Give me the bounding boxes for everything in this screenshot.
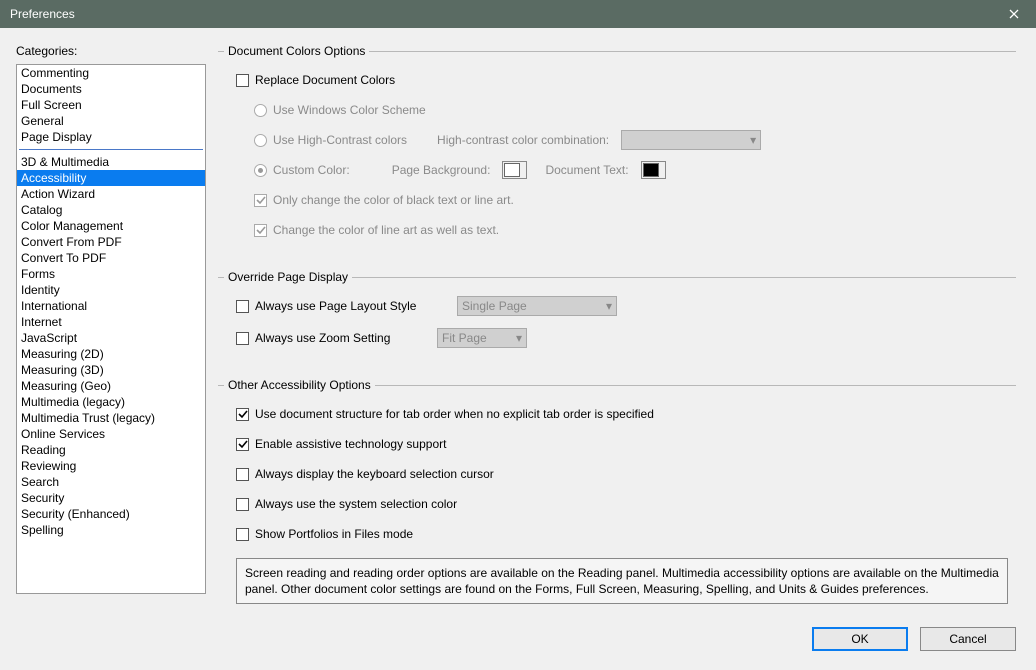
win-scheme-label: Use Windows Color Scheme bbox=[273, 103, 426, 117]
category-item[interactable]: Reading bbox=[17, 442, 205, 458]
category-item[interactable]: Color Management bbox=[17, 218, 205, 234]
override-legend: Override Page Display bbox=[224, 270, 352, 284]
other-legend: Other Accessibility Options bbox=[224, 378, 375, 392]
chevron-down-icon: ▾ bbox=[750, 133, 756, 147]
lineart-checkbox[interactable] bbox=[254, 224, 267, 237]
category-item[interactable]: International bbox=[17, 298, 205, 314]
category-item[interactable]: Multimedia (legacy) bbox=[17, 394, 205, 410]
system-color-checkbox[interactable] bbox=[236, 498, 249, 511]
category-item[interactable]: Measuring (Geo) bbox=[17, 378, 205, 394]
assistive-label: Enable assistive technology support bbox=[255, 437, 446, 451]
category-item[interactable]: Internet bbox=[17, 314, 205, 330]
portfolios-label: Show Portfolios in Files mode bbox=[255, 527, 413, 541]
doc-colors-group: Document Colors Options Replace Document… bbox=[218, 44, 1016, 252]
keyboard-cursor-checkbox[interactable] bbox=[236, 468, 249, 481]
category-item[interactable]: JavaScript bbox=[17, 330, 205, 346]
category-item[interactable]: Measuring (3D) bbox=[17, 362, 205, 378]
close-button[interactable] bbox=[992, 0, 1036, 28]
custom-color-radio[interactable] bbox=[254, 164, 267, 177]
close-icon bbox=[1009, 9, 1019, 19]
dialog-footer: OK Cancel bbox=[0, 616, 1036, 662]
category-item[interactable]: Convert From PDF bbox=[17, 234, 205, 250]
category-item[interactable]: Page Display bbox=[17, 129, 205, 145]
category-item[interactable]: Convert To PDF bbox=[17, 250, 205, 266]
page-bg-label: Page Background: bbox=[392, 163, 491, 177]
lineart-label: Change the color of line art as well as … bbox=[273, 223, 499, 237]
high-contrast-combo-label: High-contrast color combination: bbox=[437, 133, 609, 147]
chevron-down-icon: ▾ bbox=[606, 299, 612, 313]
doc-text-label: Document Text: bbox=[545, 163, 628, 177]
tab-order-checkbox[interactable] bbox=[236, 408, 249, 421]
win-scheme-radio[interactable] bbox=[254, 104, 267, 117]
titlebar: Preferences bbox=[0, 0, 1036, 28]
override-group: Override Page Display Always use Page La… bbox=[218, 270, 1016, 360]
doc-colors-legend: Document Colors Options bbox=[224, 44, 369, 58]
high-contrast-radio[interactable] bbox=[254, 134, 267, 147]
category-item[interactable]: Action Wizard bbox=[17, 186, 205, 202]
zoom-combo[interactable]: Fit Page ▾ bbox=[437, 328, 527, 348]
categories-label: Categories: bbox=[16, 44, 206, 58]
only-black-checkbox[interactable] bbox=[254, 194, 267, 207]
page-layout-checkbox[interactable] bbox=[236, 300, 249, 313]
high-contrast-combo[interactable]: ▾ bbox=[621, 130, 761, 150]
category-item[interactable]: Forms bbox=[17, 266, 205, 282]
zoom-label: Always use Zoom Setting bbox=[255, 331, 425, 345]
portfolios-checkbox[interactable] bbox=[236, 528, 249, 541]
categories-pane: Categories: CommentingDocumentsFull Scre… bbox=[16, 44, 206, 600]
categories-list[interactable]: CommentingDocumentsFull ScreenGeneralPag… bbox=[16, 64, 206, 594]
dialog-content: Categories: CommentingDocumentsFull Scre… bbox=[0, 28, 1036, 616]
chevron-down-icon: ▾ bbox=[516, 331, 522, 345]
info-text: Screen reading and reading order options… bbox=[236, 558, 1008, 604]
category-item[interactable]: Online Services bbox=[17, 426, 205, 442]
category-item[interactable]: Reviewing bbox=[17, 458, 205, 474]
doc-text-swatch[interactable] bbox=[641, 161, 666, 179]
assistive-checkbox[interactable] bbox=[236, 438, 249, 451]
page-bg-swatch[interactable] bbox=[502, 161, 527, 179]
category-item[interactable]: General bbox=[17, 113, 205, 129]
ok-button[interactable]: OK bbox=[812, 627, 908, 651]
category-item[interactable]: Identity bbox=[17, 282, 205, 298]
category-item[interactable]: Measuring (2D) bbox=[17, 346, 205, 362]
page-layout-combo[interactable]: Single Page ▾ bbox=[457, 296, 617, 316]
category-item[interactable]: Commenting bbox=[17, 65, 205, 81]
system-color-label: Always use the system selection color bbox=[255, 497, 457, 511]
category-item[interactable]: Search bbox=[17, 474, 205, 490]
other-group: Other Accessibility Options Use document… bbox=[218, 378, 1016, 608]
high-contrast-label: Use High-Contrast colors bbox=[273, 133, 407, 147]
settings-pane: Document Colors Options Replace Document… bbox=[214, 44, 1020, 600]
page-layout-label: Always use Page Layout Style bbox=[255, 299, 445, 313]
window-title: Preferences bbox=[10, 7, 75, 21]
category-item[interactable]: 3D & Multimedia bbox=[17, 154, 205, 170]
tab-order-label: Use document structure for tab order whe… bbox=[255, 407, 654, 421]
only-black-label: Only change the color of black text or l… bbox=[273, 193, 514, 207]
category-item[interactable]: Documents bbox=[17, 81, 205, 97]
custom-color-label: Custom Color: bbox=[273, 163, 350, 177]
category-item[interactable]: Full Screen bbox=[17, 97, 205, 113]
replace-colors-checkbox[interactable] bbox=[236, 74, 249, 87]
category-item[interactable]: Security (Enhanced) bbox=[17, 506, 205, 522]
zoom-checkbox[interactable] bbox=[236, 332, 249, 345]
keyboard-cursor-label: Always display the keyboard selection cu… bbox=[255, 467, 494, 481]
category-item[interactable]: Security bbox=[17, 490, 205, 506]
category-item[interactable]: Multimedia Trust (legacy) bbox=[17, 410, 205, 426]
cancel-button[interactable]: Cancel bbox=[920, 627, 1016, 651]
category-item[interactable]: Spelling bbox=[17, 522, 205, 538]
replace-colors-label: Replace Document Colors bbox=[255, 73, 395, 87]
category-item[interactable]: Accessibility bbox=[17, 170, 205, 186]
category-item[interactable]: Catalog bbox=[17, 202, 205, 218]
